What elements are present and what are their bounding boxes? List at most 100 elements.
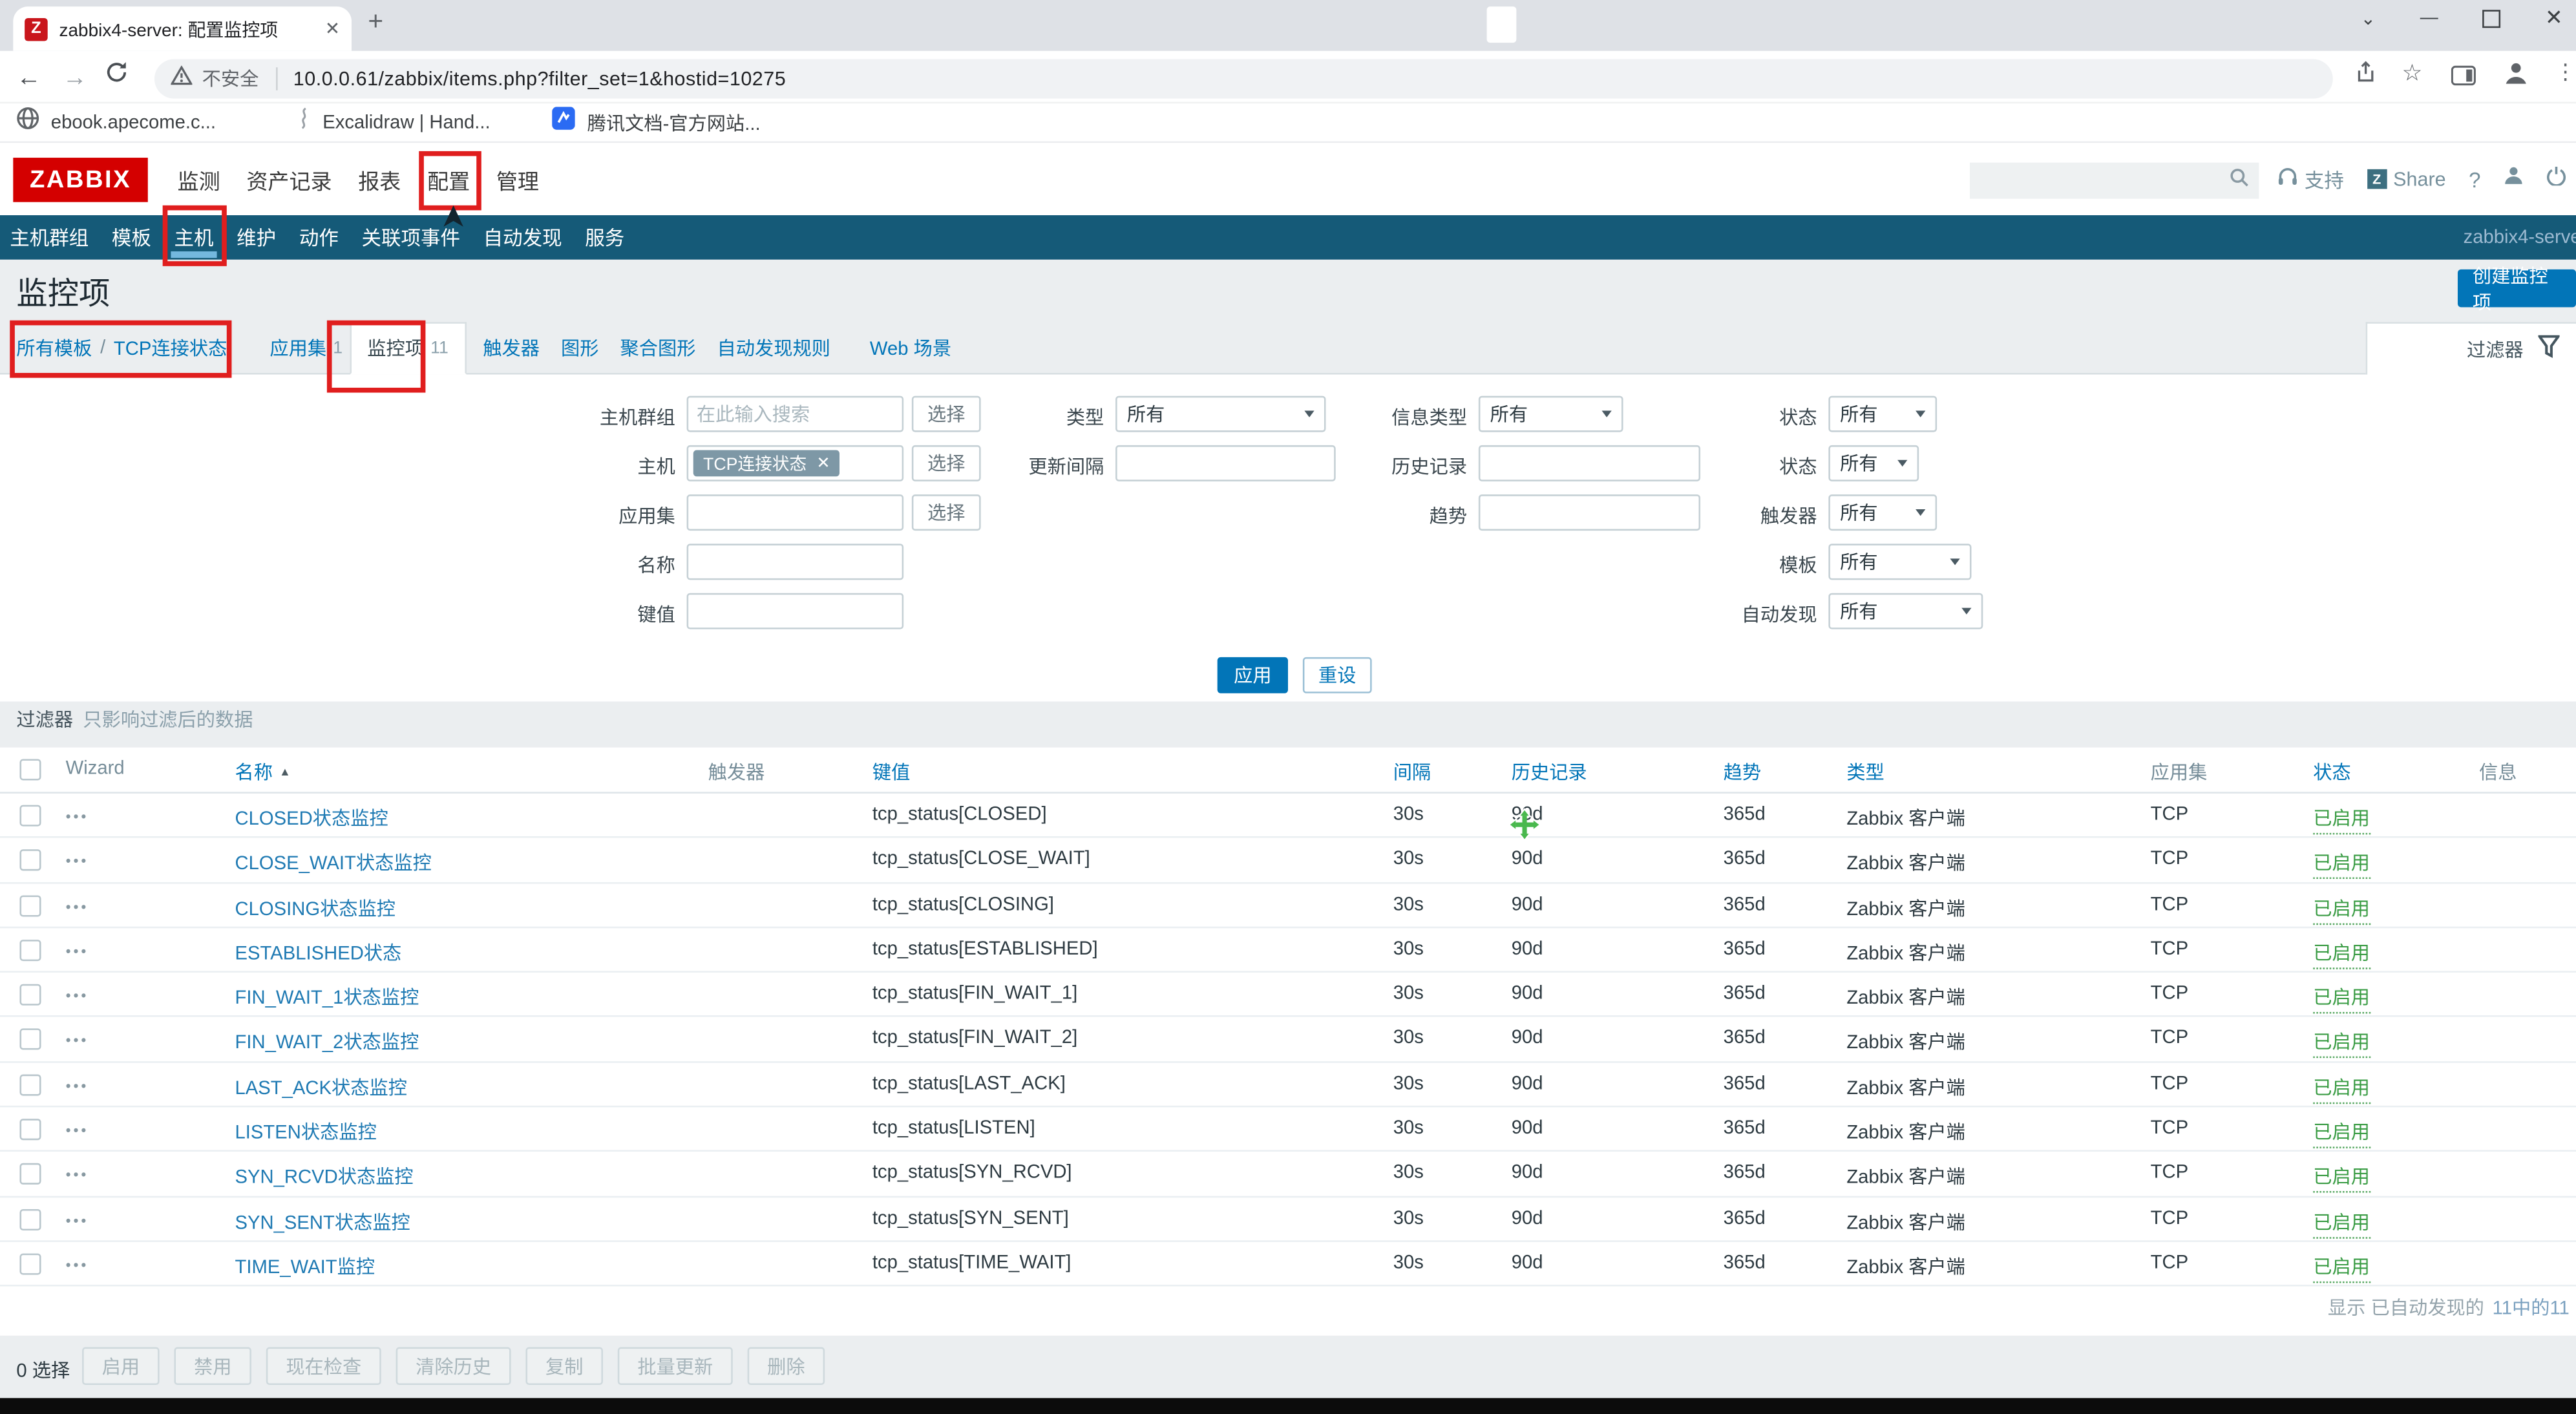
filter-toggle-tab[interactable]: 过滤器 [2366,322,2576,376]
top-nav-item[interactable]: 报表 [358,164,401,195]
forward-icon[interactable]: → [63,64,87,92]
security-label[interactable]: 不安全 [202,66,259,92]
row-checkbox[interactable] [20,1164,41,1185]
window-maximize-icon[interactable] [2482,9,2500,27]
tab-close-icon[interactable]: ✕ [325,18,340,39]
name-input[interactable] [687,543,904,580]
back-icon[interactable]: ← [16,64,41,92]
wizard-menu-icon[interactable]: ••• [66,808,89,825]
template-select[interactable]: 所有 [1828,543,1971,580]
trends-input[interactable] [1479,494,1700,531]
browser-tab[interactable]: Z zabbix4-server: 配置监控项 ✕ [13,6,352,51]
sub-nav-item[interactable]: 模板 [112,215,151,260]
wizard-menu-icon[interactable]: ••• [66,943,89,959]
host-group-select-button[interactable]: 选择 [912,396,981,432]
item-name-link[interactable]: LISTEN状态监控 [235,1119,377,1145]
item-status-link[interactable]: 已启用 [2313,1074,2370,1104]
item-name-link[interactable]: CLOSED状态监控 [235,805,388,832]
mass-action-button[interactable]: 启用 [82,1347,159,1385]
host-chip[interactable]: TCP连接状态 ✕ [693,450,840,477]
bookmark-item[interactable]: Excalidraw | Hand... [298,107,491,138]
entity-tab[interactable]: 聚合图形 [620,321,696,374]
create-item-button[interactable]: 创建监控项 [2458,269,2576,307]
chip-remove-icon[interactable]: ✕ [816,454,830,472]
browser-menu-kebab-icon[interactable]: ⋮ [2555,59,2576,86]
mass-action-button[interactable]: 禁用 [174,1347,251,1385]
mass-action-button[interactable]: 批量更新 [618,1347,733,1385]
row-checkbox[interactable] [20,850,41,871]
row-checkbox[interactable] [20,1254,41,1275]
global-search-input[interactable] [1970,163,2259,199]
item-status-link[interactable]: 已启用 [2313,1208,2370,1238]
item-status-link[interactable]: 已启用 [2313,805,2370,835]
help-link[interactable]: ? [2469,167,2480,191]
application-input[interactable] [687,494,904,531]
row-checkbox[interactable] [20,805,41,827]
interval-input[interactable] [1115,445,1336,481]
wizard-menu-icon[interactable]: ••• [66,1033,89,1049]
profile-avatar[interactable] [2504,61,2528,94]
side-panel-icon[interactable] [2451,64,2476,94]
wizard-menu-icon[interactable]: ••• [66,898,89,914]
bookmark-item[interactable]: 腾讯文档-官方网站... [553,107,760,138]
info-type-select[interactable]: 所有 [1479,396,1623,432]
reload-icon[interactable] [105,61,129,90]
zabbix-logo[interactable]: ZABBIX [13,158,147,202]
col-type[interactable]: 类型 [1846,759,1884,785]
col-interval[interactable]: 间隔 [1393,759,1431,785]
sub-nav-item[interactable]: 动作 [299,215,339,260]
item-name-link[interactable]: FIN_WAIT_2状态监控 [235,1029,419,1056]
application-select-button[interactable]: 选择 [912,494,981,531]
wizard-menu-icon[interactable]: ••• [66,1122,89,1138]
triggers-select[interactable]: 所有 [1828,494,1937,531]
sub-nav-item[interactable]: 维护 [237,215,276,260]
sub-nav-item[interactable]: 主机群组 [10,215,89,260]
sub-nav-item[interactable]: 服务 [585,215,624,260]
type-select[interactable]: 所有 [1115,396,1325,432]
item-status-link[interactable]: 已启用 [2313,894,2370,924]
item-status-link[interactable]: 已启用 [2313,940,2370,969]
item-name-link[interactable]: SYN_RCVD状态监控 [235,1164,414,1190]
share-icon[interactable] [2352,61,2376,92]
item-status-link[interactable]: 已启用 [2313,1119,2370,1148]
col-trends[interactable]: 趋势 [1724,759,1761,785]
wizard-menu-icon[interactable]: ••• [66,1212,89,1228]
mass-action-button[interactable]: 现在检查 [266,1347,381,1385]
status-select[interactable]: 所有 [1828,445,1919,481]
host-group-input[interactable]: 在此输入搜索 [687,396,904,432]
col-status[interactable]: 状态 [2313,759,2350,785]
address-bar[interactable]: 不安全 10.0.0.61/zabbix/items.php?filter_se… [154,59,2333,99]
item-status-link[interactable]: 已启用 [2313,1029,2370,1059]
window-close-icon[interactable]: ✕ [2545,5,2563,32]
wizard-menu-icon[interactable]: ••• [66,853,89,869]
support-link[interactable]: 支持 [2277,165,2344,193]
row-checkbox[interactable] [20,1208,41,1230]
item-status-link[interactable]: 已启用 [2313,1164,2370,1194]
row-checkbox[interactable] [20,1119,41,1140]
item-status-link[interactable]: 已启用 [2313,984,2370,1014]
top-nav-item[interactable]: 管理 [496,164,539,195]
item-name-link[interactable]: SYN_SENT状态监控 [235,1208,410,1235]
row-checkbox[interactable] [20,894,41,916]
item-name-link[interactable]: LAST_ACK状态监控 [235,1074,407,1101]
col-history[interactable]: 历史记录 [1512,759,1587,785]
window-minimize-icon[interactable]: — [2420,8,2438,28]
select-all-checkbox[interactable] [20,759,41,780]
host-select-button[interactable]: 选择 [912,445,981,481]
col-name-sort[interactable]: 名称▲ [235,759,291,785]
discovery-select[interactable]: 所有 [1828,593,1983,629]
top-nav-item[interactable]: 监测 [178,164,220,195]
mass-action-button[interactable]: 复制 [525,1347,602,1385]
entity-tab[interactable]: 自动发现规则 [717,321,830,374]
user-profile-icon[interactable] [2504,164,2524,194]
wizard-menu-icon[interactable]: ••• [66,1077,89,1093]
row-checkbox[interactable] [20,1074,41,1095]
top-nav-item[interactable]: 资产记录 [246,164,332,195]
sub-nav-item[interactable]: 自动发现 [483,215,562,260]
wizard-menu-icon[interactable]: ••• [66,1167,89,1183]
row-checkbox[interactable] [20,1029,41,1051]
item-status-link[interactable]: 已启用 [2313,850,2370,880]
entity-tab[interactable]: Web 场景 [870,321,951,374]
item-status-link[interactable]: 已启用 [2313,1254,2370,1283]
key-input[interactable] [687,593,904,629]
